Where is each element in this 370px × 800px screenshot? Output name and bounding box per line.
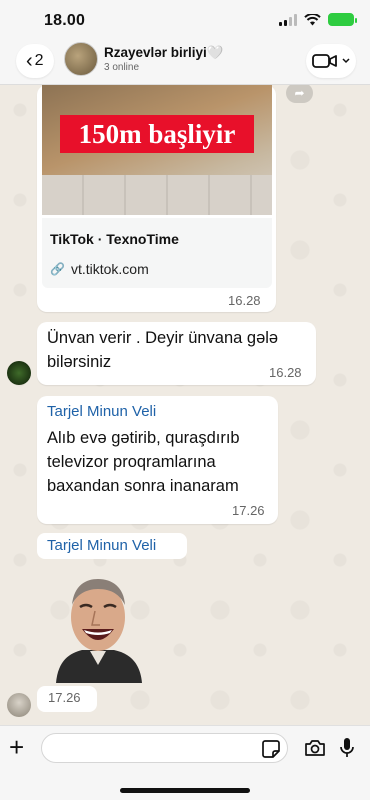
chat-header: ‹ 2 Rzayevlər birliyi🤍 3 online [0, 40, 370, 85]
group-avatar[interactable] [64, 42, 98, 76]
message-text-line: televizor proqramlarına [47, 453, 216, 471]
signal-icon [279, 13, 297, 26]
battery-icon [328, 13, 357, 26]
message-text-line: bilərsiniz [47, 353, 112, 371]
message-time: 16.28 [228, 293, 261, 308]
sticker-icon[interactable] [262, 740, 280, 758]
link-icon: 🔗 [50, 262, 65, 276]
link-preview-message[interactable]: 150m başliyir TikTok · TexnoTime 🔗 vt.ti… [37, 85, 276, 312]
mic-icon[interactable] [339, 737, 355, 759]
message-time: 17.26 [232, 503, 265, 518]
link-preview-image[interactable]: 150m başliyir [42, 85, 272, 215]
forward-icon[interactable]: ➦ [286, 83, 313, 103]
wifi-icon [304, 13, 321, 25]
chevron-down-icon [342, 58, 350, 64]
link-preview-meta[interactable]: TikTok · TexnoTime 🔗 vt.tiktok.com [42, 218, 272, 288]
sender-avatar[interactable] [7, 361, 31, 385]
message-time: 16.28 [269, 365, 302, 380]
message-input[interactable] [41, 733, 288, 763]
sticker-sender-label[interactable]: Tarjel Minun Veli [37, 533, 187, 559]
message-text-line: baxandan sonra inanaram [47, 477, 239, 495]
video-call-icon [312, 54, 337, 68]
message-input-bar: + [0, 725, 370, 800]
message-text-line: Ünvan verir . Deyir ünvana gələ [47, 329, 279, 347]
home-indicator [120, 788, 250, 793]
sender-name[interactable]: Tarjel Minun Veli [47, 403, 156, 420]
back-button[interactable]: ‹ 2 [16, 44, 54, 78]
message-bubble[interactable]: Ünvan verir . Deyir ünvana gələ bilərsin… [37, 322, 316, 385]
link-url[interactable]: vt.tiktok.com [71, 261, 149, 277]
message-time: 17.26 [48, 690, 81, 705]
chevron-left-icon: ‹ [26, 50, 33, 72]
chat-title[interactable]: Rzayevlər birliyi🤍 [104, 45, 224, 61]
status-time: 18.00 [44, 12, 86, 29]
plus-icon[interactable]: + [9, 734, 24, 760]
link-title: TikTok · TexnoTime [50, 231, 179, 247]
video-call-button[interactable] [306, 44, 356, 78]
sender-avatar[interactable] [7, 693, 31, 717]
laughing-man-sticker[interactable] [52, 565, 144, 683]
status-icons [279, 13, 357, 26]
status-bar: 18.00 [0, 0, 370, 40]
unread-count: 2 [34, 52, 44, 69]
message-text-line: Alıb evə gətirib, quraşdırıb [47, 429, 240, 447]
sticker-time-label: 17.26 [37, 686, 97, 712]
online-status: 3 online [104, 62, 140, 73]
message-bubble[interactable]: Tarjel Minun Veli Alıb evə gətirib, qura… [37, 396, 278, 524]
preview-banner-text: 150m başliyir [60, 115, 254, 153]
camera-icon[interactable] [304, 739, 326, 757]
sender-name[interactable]: Tarjel Minun Veli [47, 537, 156, 554]
link-url-row[interactable]: 🔗 vt.tiktok.com [50, 261, 149, 277]
